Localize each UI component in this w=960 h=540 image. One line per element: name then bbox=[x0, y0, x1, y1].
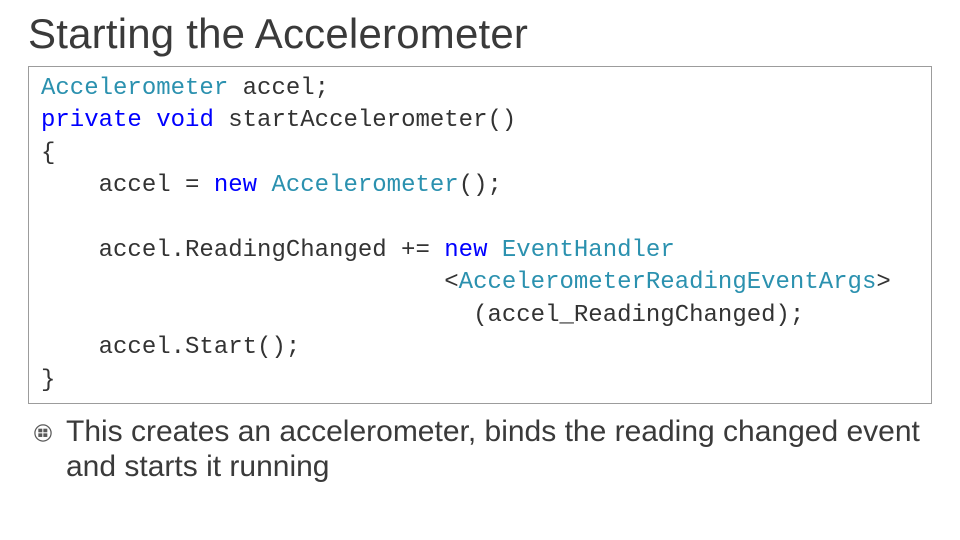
code-text: startAccelerometer() bbox=[214, 107, 516, 134]
code-text: { bbox=[41, 140, 55, 167]
code-keyword: void bbox=[156, 107, 214, 134]
bullet-text: This creates an accelerometer, binds the… bbox=[66, 414, 932, 485]
code-text bbox=[487, 237, 501, 264]
code-text: } bbox=[41, 367, 55, 394]
code-text: (accel_ReadingChanged); bbox=[41, 302, 804, 329]
code-block: Accelerometer accel; private void startA… bbox=[28, 66, 932, 404]
code-text bbox=[257, 172, 271, 199]
page-title: Starting the Accelerometer bbox=[28, 10, 932, 58]
code-keyword: new bbox=[214, 172, 257, 199]
code-text: > bbox=[876, 269, 890, 296]
code-keyword: private bbox=[41, 107, 142, 134]
code-type: Accelerometer bbox=[41, 75, 228, 102]
code-text: accel; bbox=[228, 75, 329, 102]
code-text bbox=[142, 107, 156, 134]
slide: Starting the Accelerometer Accelerometer… bbox=[0, 0, 960, 540]
code-text: accel.Start(); bbox=[41, 334, 300, 361]
code-text: (); bbox=[459, 172, 502, 199]
code-text: accel = bbox=[41, 172, 214, 199]
code-text: accel.ReadingChanged += bbox=[41, 237, 444, 264]
windows-bullet-icon bbox=[34, 424, 52, 447]
code-type: EventHandler bbox=[502, 237, 675, 264]
code-keyword: new bbox=[444, 237, 487, 264]
code-text: < bbox=[41, 269, 459, 296]
bullet-item: This creates an accelerometer, binds the… bbox=[28, 414, 932, 485]
code-type: Accelerometer bbox=[271, 172, 458, 199]
code-type: AccelerometerReadingEventArgs bbox=[459, 269, 877, 296]
